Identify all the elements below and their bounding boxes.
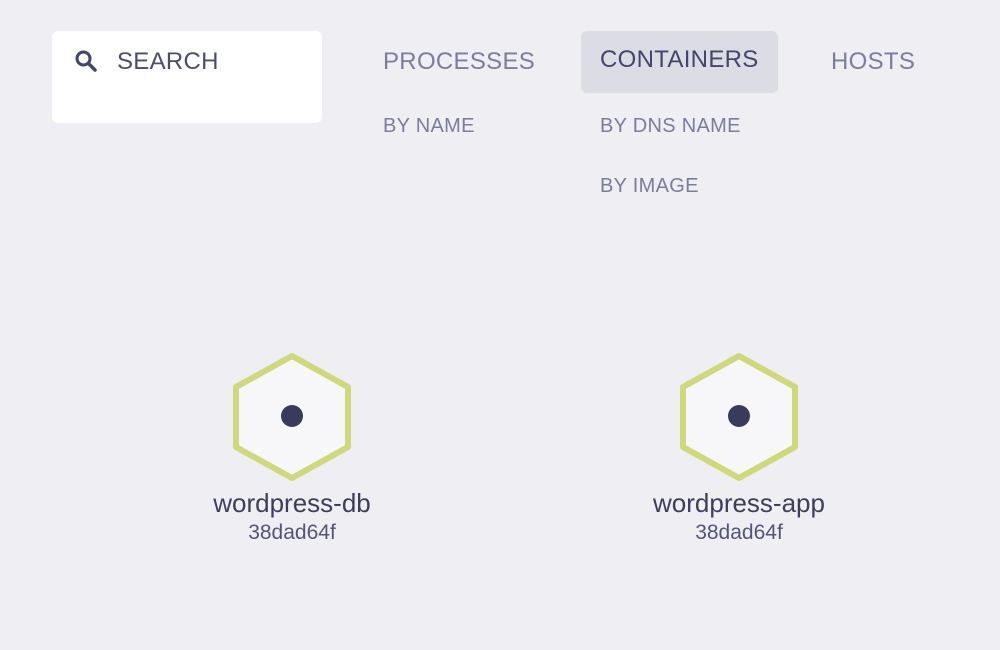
subtab-containers-by-image[interactable]: BY IMAGE: [600, 174, 699, 198]
node-sublabel: 38dad64f: [695, 521, 783, 544]
tab-processes[interactable]: PROCESSES: [383, 48, 535, 76]
hexagon-icon: [233, 353, 351, 481]
search-box[interactable]: SEARCH: [52, 31, 322, 123]
node-sublabel: 38dad64f: [248, 521, 336, 544]
graph-node-wordpress-app[interactable]: wordpress-app 38dad64f: [609, 350, 869, 546]
tab-containers[interactable]: CONTAINERS: [581, 31, 778, 93]
graph-node-wordpress-db[interactable]: wordpress-db 38dad64f: [162, 350, 422, 546]
node-dot-icon: [281, 405, 303, 427]
node-dot-icon: [728, 405, 750, 427]
subtab-processes-by-name[interactable]: BY NAME: [383, 114, 475, 138]
search-icon: [74, 49, 98, 73]
search-label: SEARCH: [117, 48, 219, 75]
node-label: wordpress-db: [213, 488, 371, 518]
tab-hosts[interactable]: HOSTS: [831, 48, 915, 76]
hexagon-icon: [680, 353, 798, 481]
node-label: wordpress-app: [653, 488, 825, 518]
subtab-containers-by-dns-name[interactable]: BY DNS NAME: [600, 114, 741, 138]
